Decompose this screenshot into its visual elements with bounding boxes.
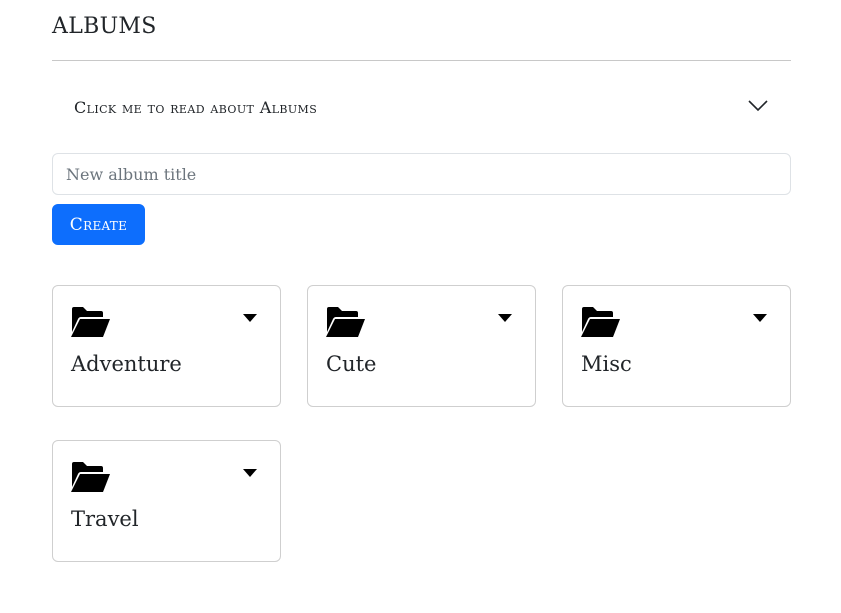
album-name: Travel <box>71 507 139 531</box>
album-card-cute[interactable]: Cute <box>307 285 536 407</box>
create-album-button[interactable]: Create <box>52 204 145 245</box>
album-card-adventure[interactable]: Adventure <box>52 285 281 407</box>
accordion-label: Click me to read about Albums <box>74 98 318 117</box>
caret-down-icon[interactable] <box>242 468 258 478</box>
folder-open-icon <box>326 307 365 337</box>
about-albums-accordion[interactable]: Click me to read about Albums <box>52 84 791 132</box>
new-album-title-input[interactable] <box>52 153 791 195</box>
album-name: Misc <box>581 352 632 376</box>
folder-open-icon <box>71 307 110 337</box>
chevron-down-icon <box>748 100 768 112</box>
page-title: ALBUMS <box>52 14 157 39</box>
album-card-misc[interactable]: Misc <box>562 285 791 407</box>
album-name: Adventure <box>71 352 182 376</box>
folder-open-icon <box>581 307 620 337</box>
caret-down-icon[interactable] <box>752 313 768 323</box>
album-name: Cute <box>326 352 377 376</box>
title-divider <box>52 60 791 61</box>
folder-open-icon <box>71 462 110 492</box>
album-card-travel[interactable]: Travel <box>52 440 281 562</box>
caret-down-icon[interactable] <box>497 313 513 323</box>
caret-down-icon[interactable] <box>242 313 258 323</box>
